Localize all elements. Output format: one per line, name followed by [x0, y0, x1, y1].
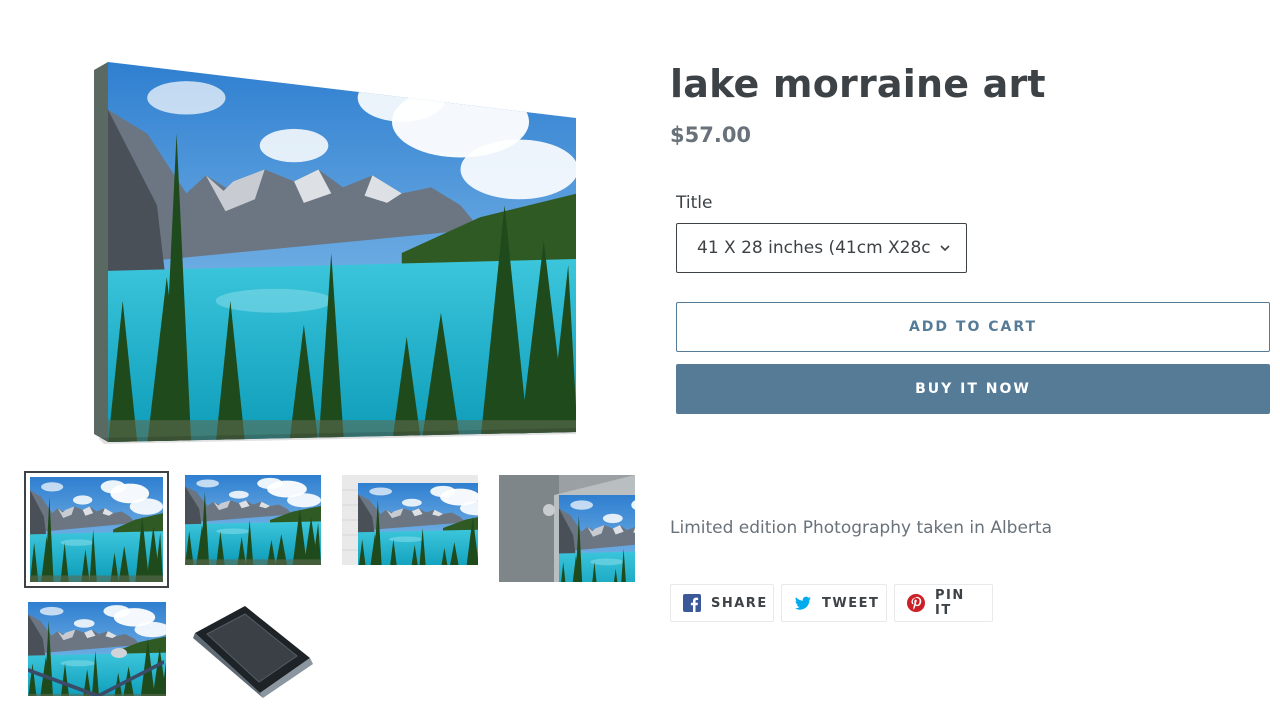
- product-description: Limited edition Photography taken in Alb…: [670, 518, 1052, 538]
- product-title: lake morraine art: [670, 62, 1046, 106]
- product-thumbnail-6[interactable]: [185, 598, 321, 698]
- product-thumbnail-2[interactable]: [185, 475, 321, 565]
- share-twitter-button[interactable]: TWEET: [781, 584, 887, 622]
- add-to-cart-button[interactable]: ADD TO CART: [676, 302, 1270, 352]
- share-pinterest-label: PIN IT: [935, 588, 965, 618]
- pinterest-icon: [907, 594, 925, 612]
- buy-it-now-button[interactable]: BUY IT NOW: [676, 364, 1270, 414]
- share-facebook-button[interactable]: SHARE: [670, 584, 774, 622]
- variant-select[interactable]: 41 X 28 inches (41cm X28c: [676, 223, 967, 273]
- product-thumbnail-3[interactable]: [342, 475, 478, 565]
- product-featured-image[interactable]: [94, 62, 578, 444]
- chevron-down-icon: [940, 245, 950, 252]
- product-thumbnail-5[interactable]: [24, 598, 166, 696]
- product-thumbnail-1[interactable]: [24, 471, 169, 588]
- product-price: $57.00: [670, 123, 752, 147]
- twitter-icon: [795, 596, 811, 610]
- share-facebook-label: SHARE: [711, 595, 768, 611]
- share-pinterest-button[interactable]: PIN IT: [894, 584, 993, 622]
- product-thumbnail-4[interactable]: [499, 475, 635, 582]
- variant-selected-value: 41 X 28 inches (41cm X28c: [697, 238, 931, 258]
- facebook-icon: [683, 594, 701, 612]
- share-twitter-label: TWEET: [822, 595, 880, 611]
- variant-label: Title: [676, 193, 713, 213]
